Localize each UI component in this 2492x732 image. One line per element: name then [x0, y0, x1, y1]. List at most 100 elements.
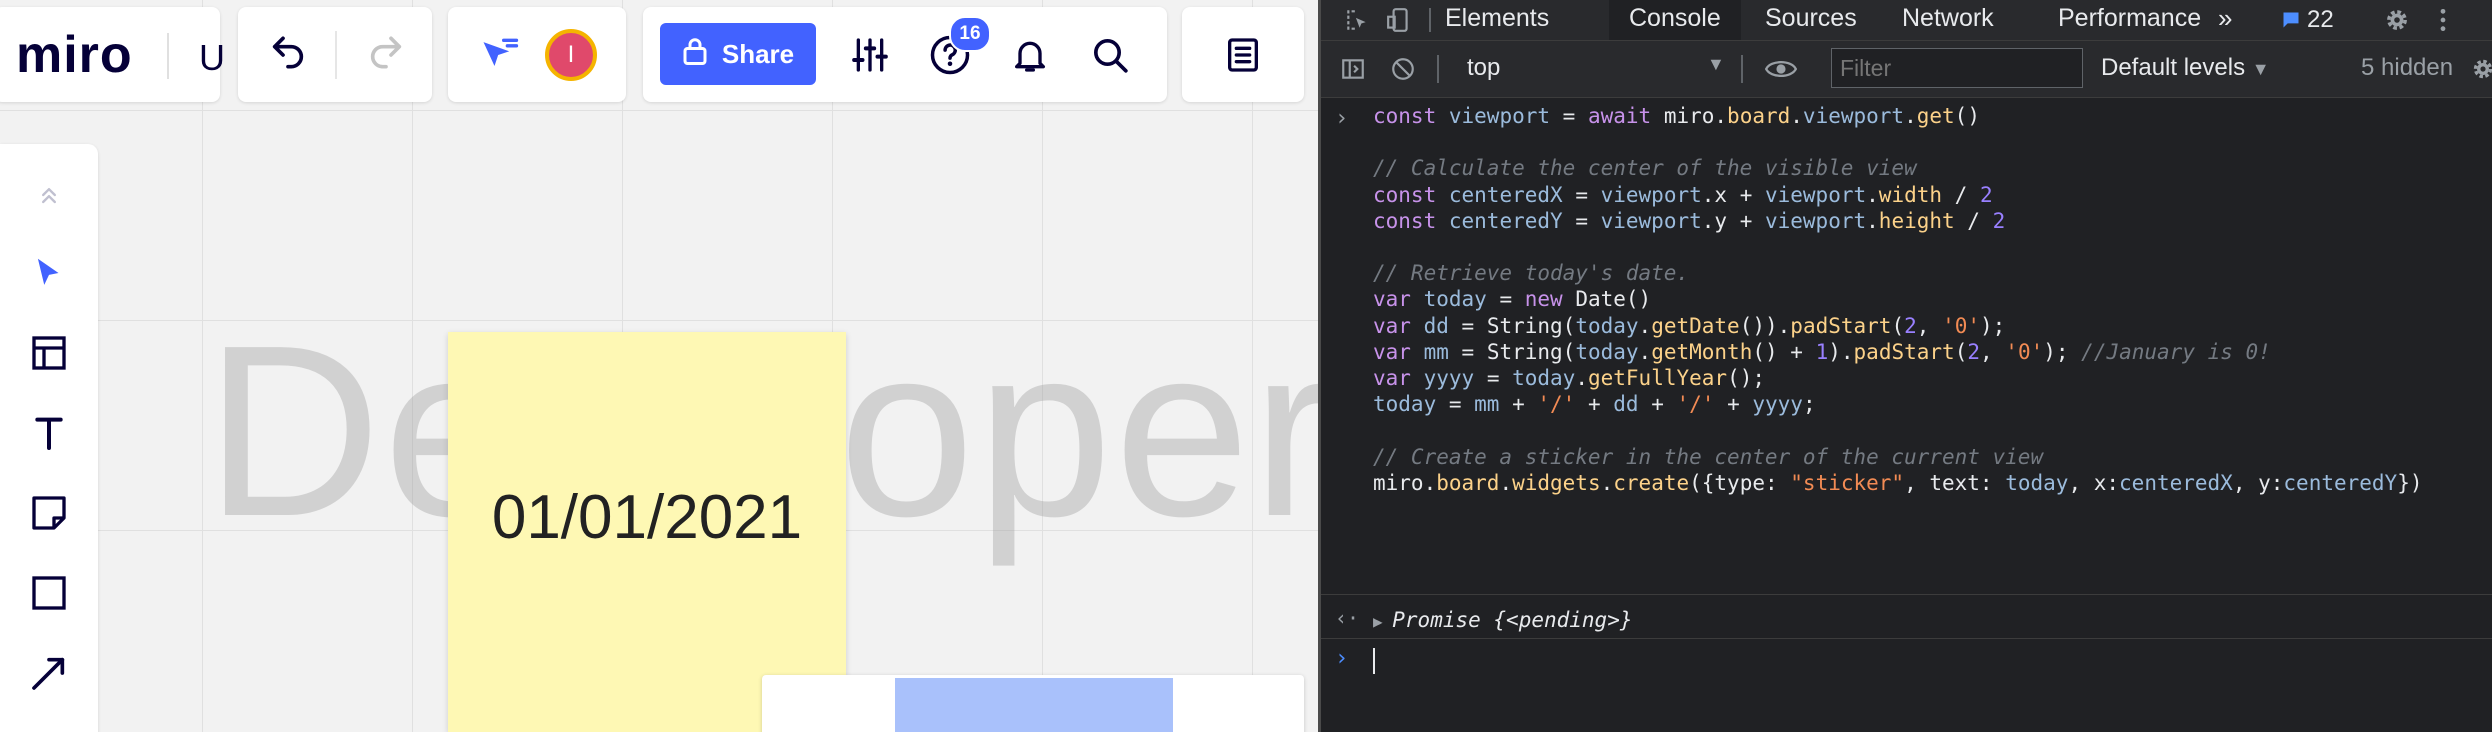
layout-template-icon	[29, 333, 69, 373]
templates-tool[interactable]	[18, 322, 80, 384]
redo-icon	[366, 35, 406, 75]
notification-count-badge: 16	[949, 16, 991, 52]
chevron-down-icon: ▼	[2251, 59, 2270, 79]
card-image-placeholder	[895, 678, 1173, 732]
collapse-toolbar-button[interactable]	[18, 164, 80, 226]
message-count: 22	[2307, 6, 2334, 33]
search-button[interactable]	[1080, 25, 1140, 85]
square-icon	[29, 573, 69, 613]
cursor-arrow-icon	[30, 254, 68, 292]
board-notes-panel	[1182, 7, 1304, 102]
console-result[interactable]: ▶ Promise {<pending>}	[1373, 608, 1632, 632]
live-expression-button[interactable]	[1761, 53, 1801, 85]
tab-sources[interactable]: Sources	[1765, 0, 1857, 40]
divider	[167, 33, 169, 79]
code-line: var dd = String(today.getDate()).padStar…	[1373, 313, 2006, 338]
code-line: // Calculate the center of the visible v…	[1373, 156, 1917, 181]
miro-logo[interactable]: miro	[16, 25, 133, 85]
divider	[1321, 638, 2492, 639]
chevron-up-double-icon	[35, 181, 63, 209]
result-arrow-icon: ‹·	[1335, 606, 1360, 630]
more-tabs-button[interactable]: »	[2218, 0, 2232, 40]
log-levels-label: Default levels	[2101, 54, 2246, 81]
undo-icon	[268, 35, 308, 75]
console-settings-button[interactable]	[2471, 53, 2492, 85]
device-toolbar-button[interactable]	[1383, 4, 1415, 36]
text-tool[interactable]	[18, 402, 80, 464]
sidebar-toggle-icon	[1340, 56, 1366, 82]
inspect-cursor-icon	[1344, 7, 1370, 33]
code-line: // Retrieve today's date.	[1373, 261, 1690, 286]
search-icon	[1090, 35, 1130, 75]
show-sidebar-button[interactable]	[1337, 53, 1369, 85]
console-prompt-input[interactable]	[1373, 648, 1375, 674]
execution-context-select[interactable]: top	[1467, 54, 1500, 82]
result-text: Promise {<pending>}	[1392, 608, 1633, 632]
sliders-icon	[850, 35, 890, 75]
shape-tool[interactable]	[18, 562, 80, 624]
select-tool[interactable]	[18, 242, 80, 304]
miro-board-canvas[interactable]: Developer 01/01/2021 miro U I	[0, 0, 1318, 732]
code-line: var mm = String(today.getMonth() + 1).pa…	[1373, 339, 2271, 364]
share-label: Share	[721, 38, 795, 69]
board-card[interactable]	[762, 675, 1304, 732]
share-button[interactable]: Share	[660, 23, 816, 85]
notes-button[interactable]	[1213, 25, 1273, 85]
inspect-element-button[interactable]	[1341, 4, 1373, 36]
log-levels-dropdown[interactable]: Default levels ▼	[2101, 54, 2270, 82]
notifications-button[interactable]	[1000, 25, 1060, 85]
prompt-icon: ›	[1335, 646, 1349, 671]
logo-panel: miro U	[0, 7, 225, 102]
code-line: // Create a sticker in the center of the…	[1373, 444, 2044, 469]
gear-icon	[2383, 6, 2411, 34]
sticky-note-icon	[29, 493, 69, 533]
divider	[1437, 55, 1439, 83]
sticky-note-text: 01/01/2021	[491, 483, 803, 552]
tab-elements[interactable]: Elements	[1445, 0, 1549, 40]
redo-button[interactable]	[356, 25, 416, 85]
document-icon	[1223, 35, 1263, 75]
code-line: var yyyy = today.getFullYear();	[1373, 366, 1765, 390]
block-icon	[1390, 56, 1416, 82]
avatar[interactable]: I	[545, 29, 597, 81]
divider	[1429, 8, 1431, 32]
divider	[1321, 594, 2492, 595]
sticky-note-tool[interactable]	[18, 482, 80, 544]
devtools-panel: Elements Console Sources Network Perform…	[1318, 0, 2492, 732]
code-line: today = mm + '/' + dd + '/' + yyyy;	[1373, 392, 1816, 417]
board-name[interactable]: U	[199, 37, 225, 79]
text-icon	[29, 413, 69, 453]
code-line: const centeredY = viewport.y + viewport.…	[1373, 208, 2006, 233]
tab-performance[interactable]: Performance	[2058, 0, 2201, 40]
clear-console-button[interactable]	[1387, 53, 1419, 85]
console-output[interactable]: › const viewport = await miro.board.view…	[1321, 100, 2492, 732]
connection-line-tool[interactable]	[18, 642, 80, 704]
undo-button[interactable]	[258, 25, 318, 85]
code-line: miro.board.widgets.create({type: "sticke…	[1373, 470, 2423, 495]
tab-network[interactable]: Network	[1902, 0, 1994, 40]
chevron-down-icon: ▼	[1707, 54, 1725, 74]
device-mobile-icon	[1386, 7, 1412, 33]
customize-menu-button[interactable]	[2433, 4, 2453, 36]
cursor-follow-button[interactable]	[470, 25, 530, 85]
issues-counter-button[interactable]: 22	[2281, 4, 2334, 36]
filter-input[interactable]	[1831, 48, 2083, 88]
lock-icon	[682, 36, 708, 73]
console-toolbar: top ▼ Default levels ▼ 5 hidden	[1321, 41, 2492, 98]
arrow-diagonal-icon	[29, 653, 69, 693]
hidden-messages-count: 5 hidden	[2361, 54, 2454, 81]
tab-console[interactable]: Console	[1609, 0, 1741, 40]
collaborator-cursor-icon	[478, 33, 522, 77]
sticky-note[interactable]: 01/01/2021	[448, 332, 846, 732]
eye-icon	[1765, 57, 1797, 81]
bell-icon	[1010, 35, 1050, 75]
divider	[1741, 55, 1743, 83]
board-actions-panel: Share 16	[643, 7, 1167, 102]
gear-icon	[2470, 56, 2492, 82]
settings-button[interactable]	[840, 25, 900, 85]
divider	[335, 31, 337, 79]
devtools-tab-bar: Elements Console Sources Network Perform…	[1321, 0, 2492, 41]
kebab-menu-icon	[2439, 7, 2447, 33]
settings-button[interactable]	[2381, 4, 2413, 36]
collaboration-panel: I	[448, 7, 626, 102]
